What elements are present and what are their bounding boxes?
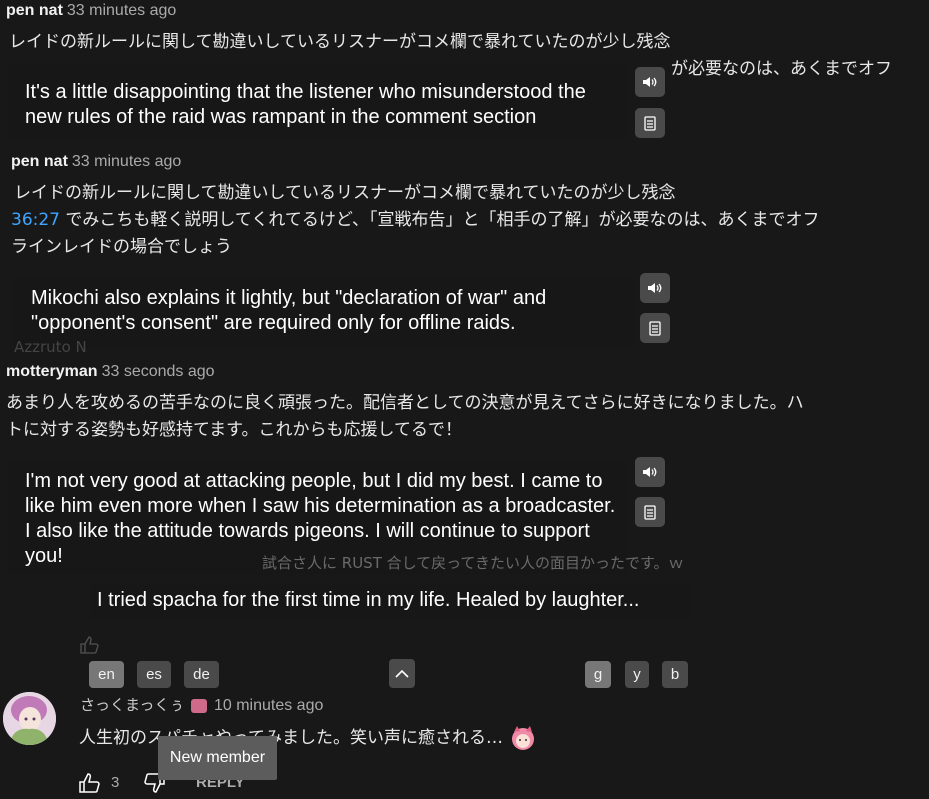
like-count: 3 (111, 774, 120, 791)
comment-header: さっくまっくぅ 10 minutes ago (80, 694, 323, 715)
author-name[interactable]: さっくまっくぅ (80, 696, 184, 714)
lang-button-es[interactable]: es (137, 661, 171, 688)
engine-button-g[interactable]: g (585, 661, 611, 688)
timestamp-link[interactable]: 36:27 (11, 210, 60, 230)
floating-translation-text: I tried spacha for the first time in my … (97, 589, 640, 611)
comment-time[interactable]: 33 minutes ago (72, 153, 181, 170)
copy-button[interactable] (635, 108, 665, 138)
lang-button-de[interactable]: de (184, 661, 219, 688)
speaker-icon (643, 77, 657, 87)
tooltip: New member (158, 736, 277, 780)
comment-text-line2: トに対する姿勢も好感持てます。これからも応援してるで！ (6, 420, 462, 440)
copy-button[interactable] (640, 313, 670, 343)
copy-button[interactable] (635, 497, 665, 527)
speak-button[interactable] (635, 67, 665, 97)
comment-text-line3: ラインレイドの場合でしょう (11, 237, 232, 257)
comment-text: あまり人を攻めるの苦手なのに良く頑張った。配信者としての決意が見えてさらに好きに… (6, 393, 804, 413)
ghost-text: 試合さ人に RUST 合して戻ってきたい人の面目かったです。ｗ (262, 554, 684, 572)
copy-icon (649, 320, 661, 336)
comment-text: レイドの新ルールに関して勘違いしているリスナーがコメ欄で暴れていたのが少し残念 (14, 183, 676, 203)
comment-time[interactable]: 10 minutes ago (214, 697, 323, 714)
member-badge-icon (191, 698, 208, 713)
collapse-button[interactable] (389, 659, 415, 688)
speak-button[interactable] (635, 457, 665, 487)
comment-author[interactable]: motteryman 33 seconds ago (6, 363, 215, 381)
speaker-icon (648, 283, 662, 293)
author-name[interactable]: pen nat (6, 2, 63, 19)
comment-time[interactable]: 33 minutes ago (67, 2, 176, 19)
avatar[interactable] (3, 692, 56, 745)
engine-button-y[interactable]: y (625, 661, 649, 688)
translation-text: It's a little disappointing that the lis… (25, 81, 586, 128)
comment-time[interactable]: 33 seconds ago (102, 363, 215, 380)
author-name[interactable]: pen nat (11, 153, 68, 170)
speaker-icon (643, 467, 657, 477)
chevron-up-icon (395, 669, 409, 678)
comment-author[interactable]: pen nat 33 minutes ago (6, 2, 176, 20)
comment-text-line2: 36:27 でみこちも軽く説明してくれてるけど、「宣戦布告」と「相手の了解」が必… (11, 210, 820, 230)
emoji-sticker-icon (508, 724, 538, 752)
comment-text: 人生初のスパチャやってみました。笑い声に癒される… (79, 724, 538, 752)
thumbs-up-icon (79, 773, 100, 793)
ghost-author: Azzruto N (14, 338, 87, 356)
author-name[interactable]: motteryman (6, 363, 98, 380)
speak-button[interactable] (640, 273, 670, 303)
comment-text: レイドの新ルールに関して勘違いしているリスナーがコメ欄で暴れていたのが少し残念 (9, 32, 671, 52)
comment-author[interactable]: pen nat 33 minutes ago (11, 153, 181, 171)
comment-text-tail: が必要なのは、あくまでオフ (671, 59, 892, 79)
copy-icon (644, 504, 656, 520)
faded-like-icon (80, 636, 100, 658)
translation-text: Mikochi also explains it lightly, but "d… (31, 287, 547, 334)
lang-button-en[interactable]: en (89, 661, 124, 688)
copy-icon (644, 115, 656, 131)
engine-button-b[interactable]: b (662, 661, 688, 688)
like-button[interactable] (79, 773, 101, 797)
